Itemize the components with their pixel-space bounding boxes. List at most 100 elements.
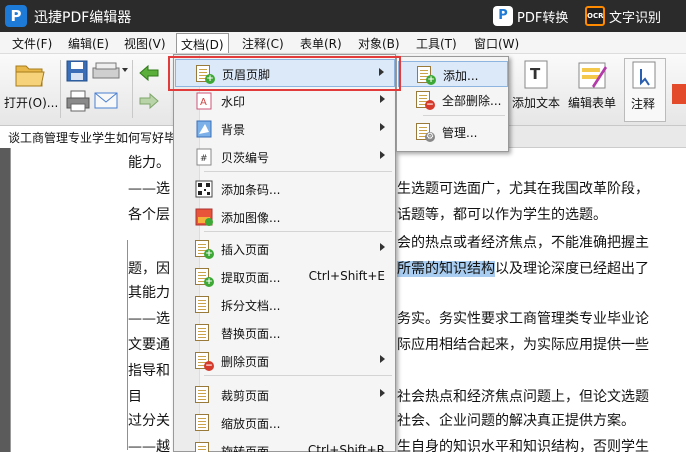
menu-window[interactable]: 窗口(W) <box>472 35 521 52</box>
rotate-page-icon <box>195 442 213 452</box>
menu-item-label: 添加图像... <box>221 211 281 225</box>
app-logo-icon: P <box>5 5 27 27</box>
menu-item-delete-page[interactable]: − 删除页面 <box>175 347 395 375</box>
document-text-line: ——选 <box>128 311 170 327</box>
document-text-line: 际应用相结合起来，为实际应用提供一些 <box>397 337 649 353</box>
barcode-icon <box>195 180 213 198</box>
menu-divider <box>204 375 392 376</box>
menu-item-label: 背景 <box>221 123 246 137</box>
submenu-arrow-icon <box>380 95 385 103</box>
document-text: 以及理论深度已经超出了 <box>495 261 649 277</box>
background-icon <box>196 120 212 138</box>
menu-item-label: 页眉页脚 <box>222 68 271 82</box>
back-arrow-icon[interactable] <box>138 64 160 82</box>
menu-view[interactable]: 视图(V) <box>122 35 168 52</box>
edit-form-label: 编辑表单 <box>568 96 617 110</box>
document-text-line: 其能力 <box>128 285 170 301</box>
menu-item-label: 旋转页面... <box>221 445 281 452</box>
add-text-button[interactable]: T 添加文本 <box>512 58 564 122</box>
menu-object[interactable]: 对象(B) <box>356 35 402 52</box>
menu-item-replace-page[interactable]: 替换页面... <box>175 319 395 347</box>
menu-item-label: 替换页面... <box>221 327 281 341</box>
open-button[interactable]: 打开(O)... <box>4 58 60 122</box>
title-bar: P 迅捷PDF编辑器 P PDF转换 OCR 文字识别 <box>0 0 686 32</box>
menu-edit[interactable]: 编辑(E) <box>66 35 111 52</box>
submenu-arrow-icon <box>380 123 385 131</box>
submenu-item-add[interactable]: + 添加... <box>398 61 508 87</box>
watermark-icon: A <box>196 92 212 110</box>
svg-text:A: A <box>200 97 207 108</box>
menu-item-watermark[interactable]: A 水印 <box>175 87 395 115</box>
menu-item-bates-number[interactable]: # 贝茨编号 <box>175 143 395 171</box>
document-text-line: 目 <box>128 389 142 405</box>
menu-item-split-document[interactable]: 拆分文档... <box>175 291 395 319</box>
document-text-line: 生选题可选面广，尤其在我国改革阶段， <box>397 181 649 197</box>
extract-page-icon: + <box>195 268 214 287</box>
menu-item-label: 添加条码... <box>221 183 281 197</box>
document-text-line: 生自身的知识水平和知识结构，否则学生 <box>397 439 649 452</box>
svg-text:#: # <box>200 154 208 164</box>
edit-form-button[interactable]: 编辑表单 <box>568 58 620 122</box>
menu-item-label: 插入页面 <box>221 243 270 257</box>
document-text-line: 文要通 <box>128 337 170 353</box>
menu-item-label: 删除页面 <box>221 355 270 369</box>
document-tab[interactable]: 谈工商管理专业学生如何写好毕 <box>0 126 185 148</box>
menu-item-label: 拆分文档... <box>221 299 281 313</box>
menu-form[interactable]: 表单(R) <box>298 35 344 52</box>
header-footer-icon: + <box>196 65 215 84</box>
submenu-arrow-icon <box>379 68 384 76</box>
edit-form-icon <box>578 62 607 89</box>
pdf-convert-button[interactable]: P PDF转换 <box>493 5 568 27</box>
menu-document[interactable]: 文档(D) <box>176 33 229 53</box>
document-text-line: ——选 <box>128 181 170 197</box>
annotate-button[interactable]: 注释 <box>624 58 666 122</box>
menu-item-label: 贝茨编号 <box>221 151 270 165</box>
menu-item-add-image[interactable]: 添加图像... <box>175 203 395 231</box>
menu-item-rotate-page[interactable]: 旋转页面... Ctrl+Shift+R <box>175 437 395 452</box>
pdf-convert-label: PDF转换 <box>517 10 569 26</box>
menu-item-label: 提取页面... <box>221 271 281 285</box>
ocr-button[interactable]: OCR 文字识别 <box>585 5 661 27</box>
image-icon <box>195 208 213 226</box>
ocr-icon: OCR <box>585 6 605 26</box>
forward-arrow-icon[interactable] <box>138 92 160 110</box>
scanner-dropdown-icon[interactable] <box>122 68 128 72</box>
scanner-icon[interactable] <box>92 60 120 82</box>
document-text-line: ——越 <box>128 439 170 452</box>
document-text-line: 题，因 <box>128 261 170 277</box>
document-text-line: 能力。 <box>128 155 170 171</box>
menu-comment[interactable]: 注释(C) <box>240 35 286 52</box>
shortcut-label: Ctrl+Shift+E <box>308 269 385 283</box>
submenu-item-manage[interactable]: ⚙ 管理... <box>398 119 508 145</box>
add-header-footer-icon: + <box>417 66 436 85</box>
print-icon[interactable] <box>66 90 90 112</box>
folder-icon <box>15 65 45 87</box>
menu-file[interactable]: 文件(F) <box>10 35 54 52</box>
menu-item-label: 裁剪页面 <box>221 389 270 403</box>
menu-item-header-footer[interactable]: + 页眉页脚 <box>175 59 395 87</box>
add-text-icon: T <box>524 60 548 89</box>
menu-item-extract-page[interactable]: + 提取页面... Ctrl+Shift+E <box>175 263 395 291</box>
save-icon[interactable] <box>66 60 88 82</box>
delete-page-icon: − <box>195 352 214 371</box>
add-text-label: 添加文本 <box>512 96 561 110</box>
ocr-label: 文字识别 <box>609 10 662 26</box>
menu-item-background[interactable]: 背景 <box>175 115 395 143</box>
toolbar-separator <box>132 60 133 118</box>
menu-item-insert-page[interactable]: + 插入页面 <box>175 235 395 263</box>
menu-item-crop-page[interactable]: 裁剪页面 <box>175 381 395 409</box>
email-icon[interactable] <box>94 90 118 110</box>
menu-item-scale-page[interactable]: 缩放页面... <box>175 409 395 437</box>
more-tools-icon[interactable] <box>672 84 686 104</box>
menu-divider <box>423 115 505 116</box>
menu-tools[interactable]: 工具(T) <box>414 35 459 52</box>
submenu-arrow-icon <box>380 243 385 251</box>
toolbar-separator <box>60 60 61 118</box>
annotate-icon <box>632 61 656 89</box>
menu-item-add-barcode[interactable]: 添加条码... <box>175 175 395 203</box>
document-text-line: 各个层 <box>128 207 170 223</box>
manage-header-footer-icon: ⚙ <box>416 123 435 142</box>
submenu-arrow-icon <box>380 355 385 363</box>
open-label: 打开(O)... <box>4 96 59 110</box>
submenu-item-remove-all[interactable]: − 全部删除... <box>398 87 508 113</box>
